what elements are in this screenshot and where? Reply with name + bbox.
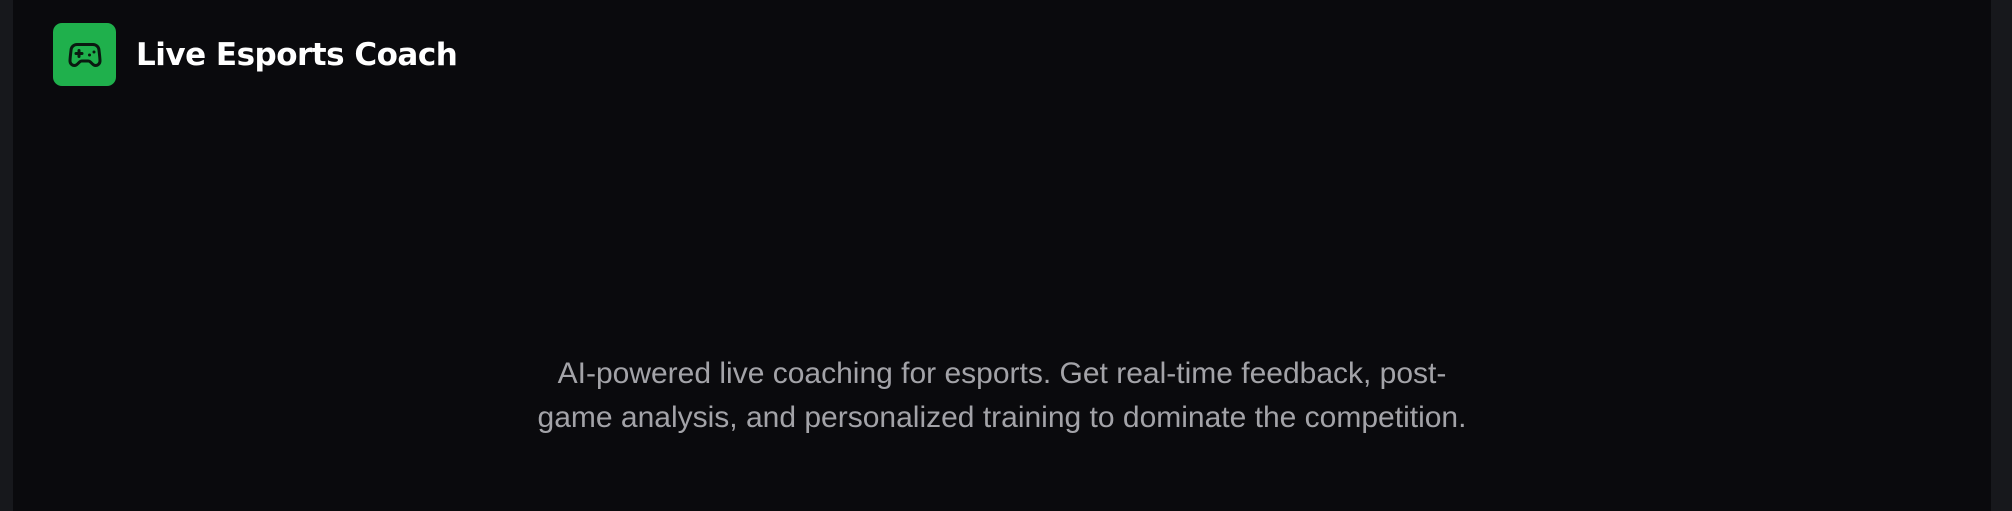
app-window: Live Esports Coach AI-powered live coach… xyxy=(13,0,1991,511)
app-logo[interactable] xyxy=(53,23,116,86)
right-gutter xyxy=(1991,0,2012,511)
app-title: Live Esports Coach xyxy=(136,36,458,73)
left-gutter xyxy=(0,0,13,511)
hero-tagline: AI-powered live coaching for esports. Ge… xyxy=(13,352,1991,440)
app-header: Live Esports Coach xyxy=(53,23,458,86)
gamepad-icon xyxy=(68,42,101,67)
tagline-line-1: AI-powered live coaching for esports. Ge… xyxy=(557,357,1447,390)
tagline-line-2: game analysis, and personalized training… xyxy=(537,401,1467,434)
